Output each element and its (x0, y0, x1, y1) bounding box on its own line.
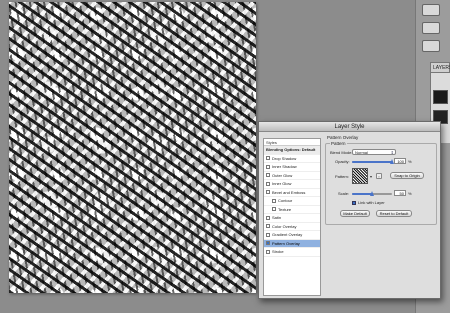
style-item-bevel-and-emboss[interactable]: Bevel and Emboss (264, 189, 320, 197)
snap-to-origin-button[interactable]: Snap to Origin (390, 172, 424, 179)
style-item-stroke[interactable]: Stroke (264, 248, 320, 257)
panel-tool-icon[interactable] (422, 4, 440, 16)
style-item-satin[interactable]: Satin (264, 214, 320, 223)
pattern-label: Pattern: (335, 174, 350, 179)
opacity-slider[interactable] (352, 159, 394, 164)
style-item-label: Satin (272, 215, 282, 220)
style-item-texture[interactable]: Texture (264, 206, 320, 214)
chevron-down-icon[interactable]: ▾ (370, 174, 372, 179)
styles-header[interactable]: Styles (264, 139, 320, 146)
style-item-label: Drop Shadow (272, 155, 297, 161)
scale-unit: % (408, 191, 412, 196)
scale-label: Scale: (338, 191, 350, 196)
style-item-inner-glow[interactable]: Inner Glow (264, 180, 320, 189)
style-item-label: Outer Glow (272, 172, 293, 178)
checkbox[interactable] (272, 198, 276, 203)
blend-mode-label: Blend Mode: (330, 150, 353, 155)
checkbox[interactable] (266, 181, 270, 186)
blend-mode-select[interactable]: Normal ⇕ (352, 149, 396, 155)
checkbox[interactable] (266, 164, 270, 169)
checkbox[interactable] (266, 215, 270, 220)
scale-slider-fill (352, 193, 372, 195)
style-item-label: Inner Shadow (272, 164, 297, 169)
checkbox[interactable] (266, 232, 270, 237)
panel-tool-icon[interactable] (422, 22, 440, 34)
pattern-swatch[interactable] (352, 168, 368, 184)
checkbox[interactable] (266, 190, 270, 195)
scale-input[interactable]: 50 (394, 190, 406, 196)
blending-options-item[interactable]: Blending Options: Default (264, 146, 320, 155)
link-with-layer-checkbox[interactable] (352, 201, 356, 205)
checkbox[interactable] (266, 249, 270, 254)
group-title: Pattern Overlay (327, 135, 359, 140)
document-canvas[interactable] (9, 2, 256, 293)
pattern-fieldset: Pattern Blend Mode: Normal ⇕ Opacity: 10… (325, 141, 437, 225)
style-item-inner-shadow[interactable]: Inner Shadow (264, 163, 320, 172)
opacity-unit: % (408, 159, 412, 164)
style-item-pattern-overlay[interactable]: Pattern Overlay (264, 239, 320, 248)
style-item-drop-shadow[interactable]: Drop Shadow (264, 155, 320, 163)
style-item-label: Inner Glow (272, 181, 292, 186)
style-item-outer-glow[interactable]: Outer Glow (264, 172, 320, 180)
opacity-label: Opacity: (335, 159, 350, 164)
checkbox[interactable] (272, 207, 276, 212)
styles-list: Styles Blending Options: Default Drop Sh… (263, 138, 321, 296)
blend-mode-value: Normal (355, 150, 368, 155)
opacity-slider-fill (352, 161, 392, 163)
reset-to-default-button[interactable]: Reset to Default (376, 210, 412, 217)
style-item-gradient-overlay[interactable]: Gradient Overlay (264, 231, 320, 240)
new-preset-icon[interactable]: ▫ (376, 173, 382, 179)
style-item-label: Texture (278, 206, 292, 212)
style-item-label: Gradient Overlay (272, 232, 303, 237)
checkbox[interactable] (266, 156, 270, 161)
style-item-label: Color Overlay (272, 223, 297, 229)
style-item-color-overlay[interactable]: Color Overlay (264, 223, 320, 231)
style-item-label: Contour (278, 198, 293, 203)
checkbox[interactable] (266, 224, 270, 229)
opacity-input[interactable]: 100 (394, 158, 406, 164)
style-item-label: Stroke (272, 249, 284, 254)
checkbox[interactable] (266, 173, 270, 178)
scale-slider[interactable] (352, 191, 392, 196)
pattern-overlay-pane: Pattern Overlay Pattern Blend Mode: Norm… (325, 135, 437, 295)
layer-style-dialog: Layer Style Styles Blending Options: Def… (258, 121, 441, 299)
dialog-title: Layer Style (259, 122, 440, 132)
link-with-layer-label: Link with Layer (358, 200, 385, 205)
chevron-down-icon: ⇕ (390, 150, 394, 155)
style-item-label: Bevel and Emboss (272, 189, 306, 195)
tab-layers[interactable]: LAYERS (430, 62, 450, 73)
style-item-label: Pattern Overlay (272, 240, 300, 246)
layer-thumbnail[interactable] (433, 90, 448, 104)
style-item-contour[interactable]: Contour (264, 197, 320, 206)
checkbox-checked[interactable] (266, 241, 270, 246)
make-default-button[interactable]: Make Default (340, 210, 370, 217)
fieldset-title: Pattern (330, 141, 347, 146)
panel-tool-icon[interactable] (422, 40, 440, 52)
